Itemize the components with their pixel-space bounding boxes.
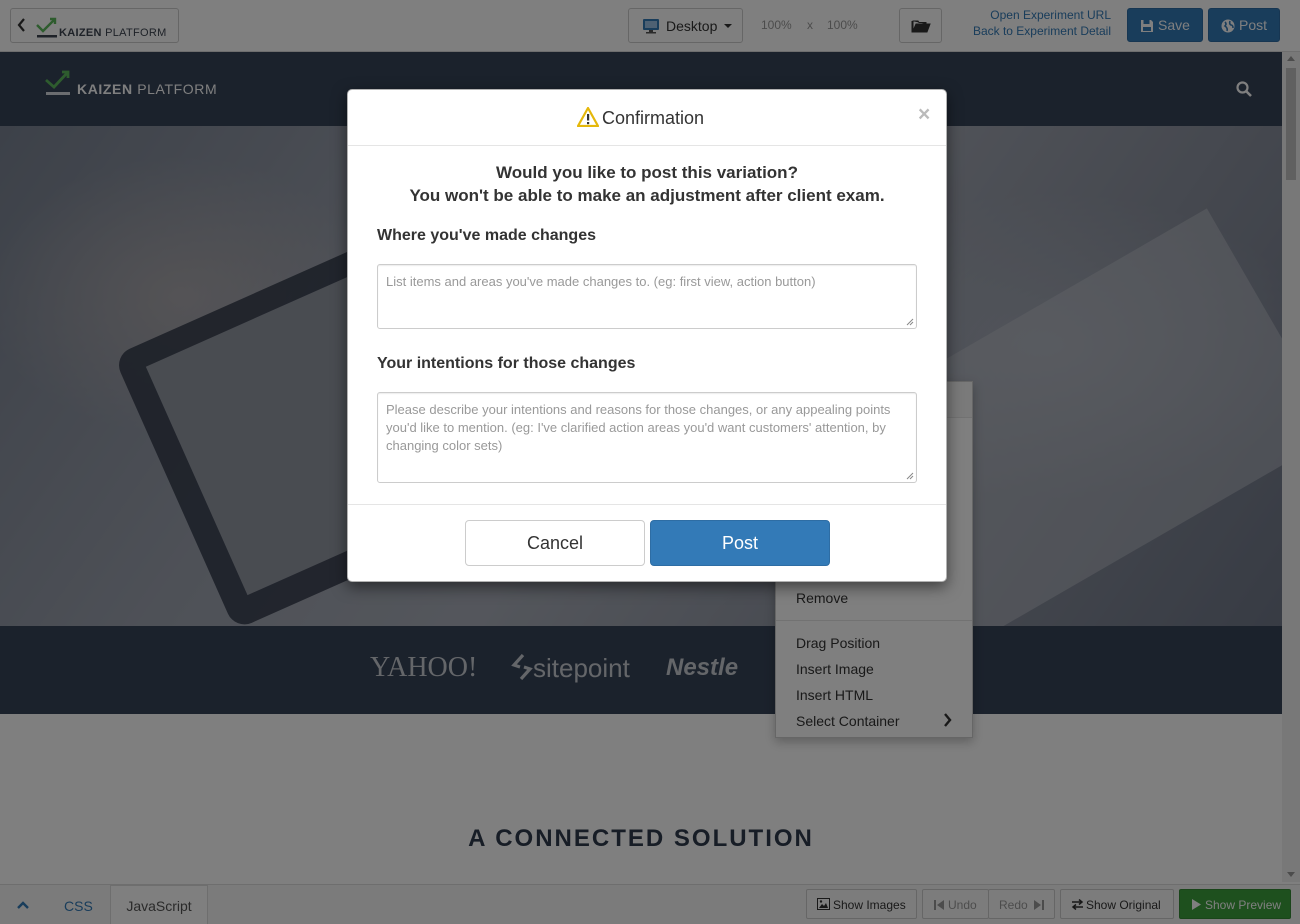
confirmation-question: Would you like to post this variation? bbox=[496, 163, 798, 182]
changes-placeholder: List items and areas you've made changes… bbox=[386, 274, 816, 289]
cancel-button[interactable]: Cancel bbox=[465, 520, 645, 566]
confirmation-warning: You won't be able to make an adjustment … bbox=[409, 186, 885, 205]
modal-footer-divider bbox=[348, 504, 946, 505]
intentions-field-label: Your intentions for those changes bbox=[377, 355, 636, 372]
confirmation-dialog: Confirmation × Would you like to post th… bbox=[347, 89, 947, 582]
resize-grip-icon[interactable] bbox=[906, 318, 914, 326]
intentions-placeholder: Please describe your intentions and reas… bbox=[386, 402, 891, 453]
modal-title: Confirmation bbox=[602, 108, 705, 128]
resize-grip-icon[interactable] bbox=[906, 472, 914, 480]
modal-header: Confirmation × bbox=[348, 90, 946, 146]
changes-field-label: Where you've made changes bbox=[377, 227, 596, 244]
post-button[interactable]: Post bbox=[650, 520, 830, 566]
close-icon[interactable]: × bbox=[918, 104, 930, 125]
warning-icon bbox=[577, 107, 599, 127]
changes-textarea[interactable]: List items and areas you've made changes… bbox=[377, 264, 917, 329]
intentions-textarea[interactable]: Please describe your intentions and reas… bbox=[377, 392, 917, 483]
